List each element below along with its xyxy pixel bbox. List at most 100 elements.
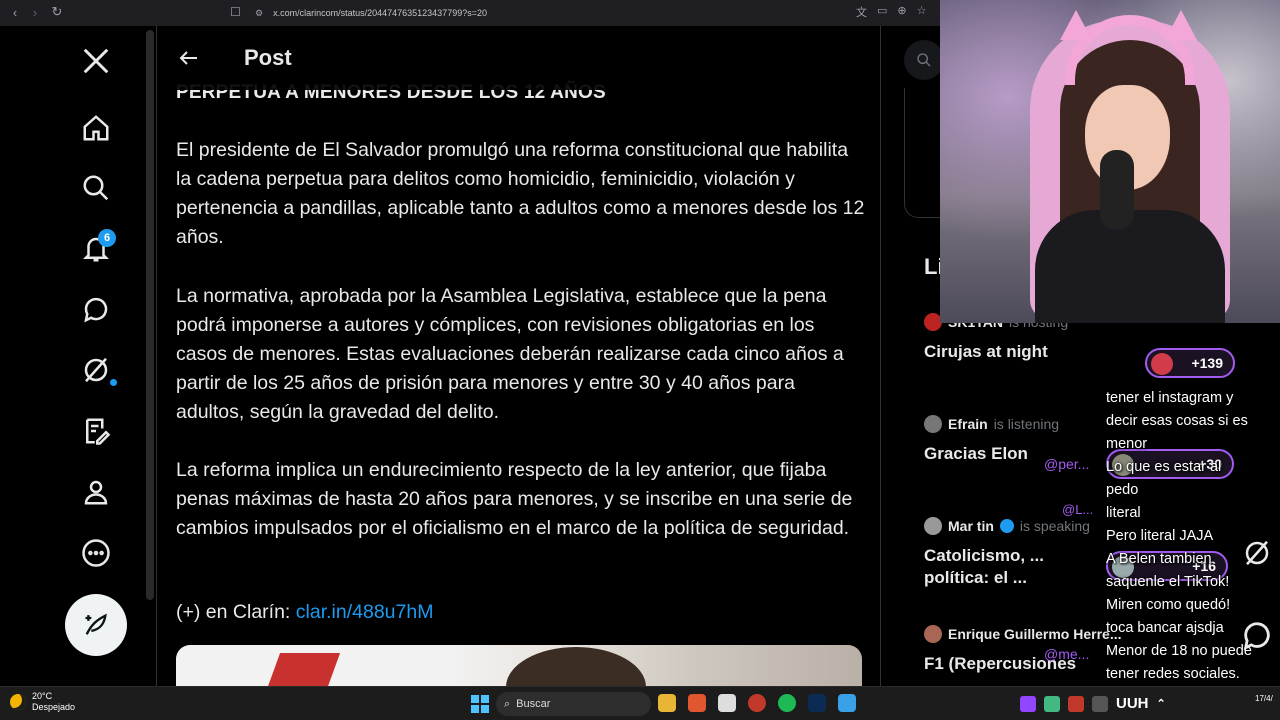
feather-plus-icon	[85, 613, 107, 635]
grok-floating-button[interactable]	[1230, 520, 1280, 600]
chat-message: decir esas cosas si es	[1106, 413, 1248, 429]
file-explorer-icon[interactable]	[658, 694, 676, 712]
search-icon	[917, 53, 931, 67]
compose-post-button[interactable]	[65, 594, 127, 656]
post-paragraph: La reforma implica un endurecimiento res…	[176, 459, 853, 539]
space-item[interactable]: Enrique Guillermo Herre... F1 (Repercusi…	[924, 625, 1122, 675]
system-clock[interactable]: 17/4/	[1255, 693, 1273, 704]
brave-browser-icon[interactable]	[688, 694, 706, 712]
translate-icon[interactable]: ⽂	[856, 4, 867, 20]
space-host-name: Enrique Guillermo Herre...	[948, 626, 1122, 642]
cast-icon[interactable]: ▭	[877, 4, 887, 20]
weather-condition: Despejado	[32, 702, 76, 712]
obs-icon[interactable]	[748, 694, 766, 712]
browser-actions: ⽂ ▭ ⊕ ☆	[856, 4, 927, 20]
avatar	[924, 625, 942, 643]
star-icon[interactable]: ☆	[917, 4, 927, 20]
address-bar[interactable]: ⚙ x.com/clarincom/status/204474763512343…	[255, 4, 875, 22]
explore-search-icon[interactable]	[76, 168, 116, 208]
space-status: is speaking	[1019, 518, 1090, 534]
space-title: Gracias Elon	[924, 444, 1028, 463]
person-head-shape	[506, 647, 646, 686]
listener-count: +139	[1191, 355, 1223, 371]
cat-ear-right	[1165, 10, 1197, 40]
space-host-name: Mar tin	[948, 518, 994, 534]
profile-icon[interactable]	[76, 472, 116, 512]
lists-edit-icon[interactable]	[76, 411, 116, 451]
app-tray-icon[interactable]	[1044, 695, 1060, 712]
post-header: Post	[157, 26, 880, 90]
grok-indicator-dot	[110, 379, 117, 386]
x-logo-icon[interactable]	[76, 41, 116, 81]
streamer-webcam	[940, 0, 1280, 323]
verified-badge-icon	[999, 519, 1014, 533]
forward-nav-icon[interactable]: ›	[25, 5, 45, 20]
space-title: Catolicismo, ... política: el ...	[924, 546, 1044, 587]
post-column: Post PERPETUA A MENORES DESDE LOS 12 AÑO…	[156, 26, 881, 686]
grok-icon	[1245, 540, 1269, 566]
bookmark-icon[interactable]: ☐	[230, 5, 241, 19]
space-item[interactable]: Mar tin is speaking Catolicismo, ... polí…	[924, 517, 1090, 589]
listener-count-pill: +139	[1145, 348, 1235, 378]
chat-message: Lo que es estar al	[1106, 459, 1222, 475]
post-source-line: (+) en Clarín: clar.in/488u7hM	[176, 601, 433, 624]
back-nav-icon[interactable]: ‹	[5, 5, 25, 20]
flag-shape	[261, 653, 341, 686]
microphone-icon	[1100, 150, 1134, 230]
cat-ear-left	[1060, 10, 1092, 40]
messages-chat-icon[interactable]	[76, 289, 116, 329]
more-options-icon[interactable]	[76, 533, 116, 573]
notifications-badge: 6	[98, 229, 116, 247]
app-icon[interactable]	[718, 694, 736, 712]
link-prefix: (+) en Clarín:	[176, 601, 296, 623]
url-text: x.com/clarincom/status/20447476351234377…	[273, 8, 487, 18]
space-title: Cirujas at night	[924, 342, 1048, 361]
page-scrollbar[interactable]	[146, 30, 154, 600]
windows-taskbar: 20°C Despejado ⌕ Buscar UUH ⌃ 17/4/	[0, 686, 1280, 720]
reload-icon[interactable]: ↻	[47, 4, 67, 20]
chat-message: menor	[1106, 436, 1148, 452]
start-menu-icon[interactable]	[471, 695, 489, 713]
messages-floating-icon[interactable]	[1240, 618, 1274, 652]
app-tray-icon[interactable]	[1092, 695, 1108, 712]
zoom-icon[interactable]: ⊕	[897, 4, 906, 20]
avatar	[1151, 353, 1173, 375]
app-tray-icon[interactable]	[1068, 695, 1084, 712]
spotify-icon[interactable]	[778, 694, 796, 712]
home-icon[interactable]	[76, 108, 116, 148]
mention-tag: @L...	[1062, 502, 1094, 517]
page-title: Post	[244, 45, 292, 70]
space-title: F1 (Repercusiones	[924, 654, 1077, 673]
search-icon: ⌕	[504, 697, 511, 710]
temperature: 20°C	[32, 691, 53, 701]
chevron-up-icon[interactable]: ⌃	[1157, 697, 1166, 710]
photoshop-icon[interactable]	[808, 694, 826, 712]
post-paragraph: El presidente de El Salvador promulgó un…	[176, 139, 865, 248]
system-tray: UUH ⌃	[1020, 695, 1166, 712]
chat-message: tener el instagram y	[1106, 390, 1234, 406]
weather-widget[interactable]: 20°C Despejado	[10, 691, 75, 713]
taskbar-search-label: Buscar	[516, 698, 551, 710]
avatar	[924, 517, 942, 535]
space-status: is listening	[993, 416, 1060, 432]
avatar	[924, 415, 942, 433]
space-item[interactable]: Efrain is listening Gracias Elon	[924, 415, 1059, 465]
tray-text: UUH	[1116, 695, 1149, 712]
moon-icon	[10, 694, 26, 710]
site-info-icon[interactable]: ⚙	[255, 8, 263, 19]
left-navigation: 6	[0, 26, 155, 686]
post-paragraph: La normativa, aprobada por la Asamblea L…	[176, 285, 844, 423]
article-link[interactable]: clar.in/488u7hM	[296, 601, 434, 623]
mention-tag: @per...	[1044, 456, 1090, 472]
post-image[interactable]	[176, 645, 862, 686]
twitch-icon[interactable]	[1020, 695, 1036, 712]
chat-message: pedo	[1106, 482, 1139, 498]
notepad-icon[interactable]	[838, 694, 856, 712]
streamer-shirt	[1035, 210, 1225, 323]
space-host-name: Efrain	[948, 416, 988, 432]
mention-tag: @me...	[1044, 646, 1090, 662]
search-button[interactable]	[904, 40, 944, 80]
taskbar-search[interactable]: ⌕ Buscar	[496, 692, 651, 716]
back-arrow-icon[interactable]	[177, 46, 201, 70]
chat-message: tener redes sociales.	[1106, 666, 1240, 682]
